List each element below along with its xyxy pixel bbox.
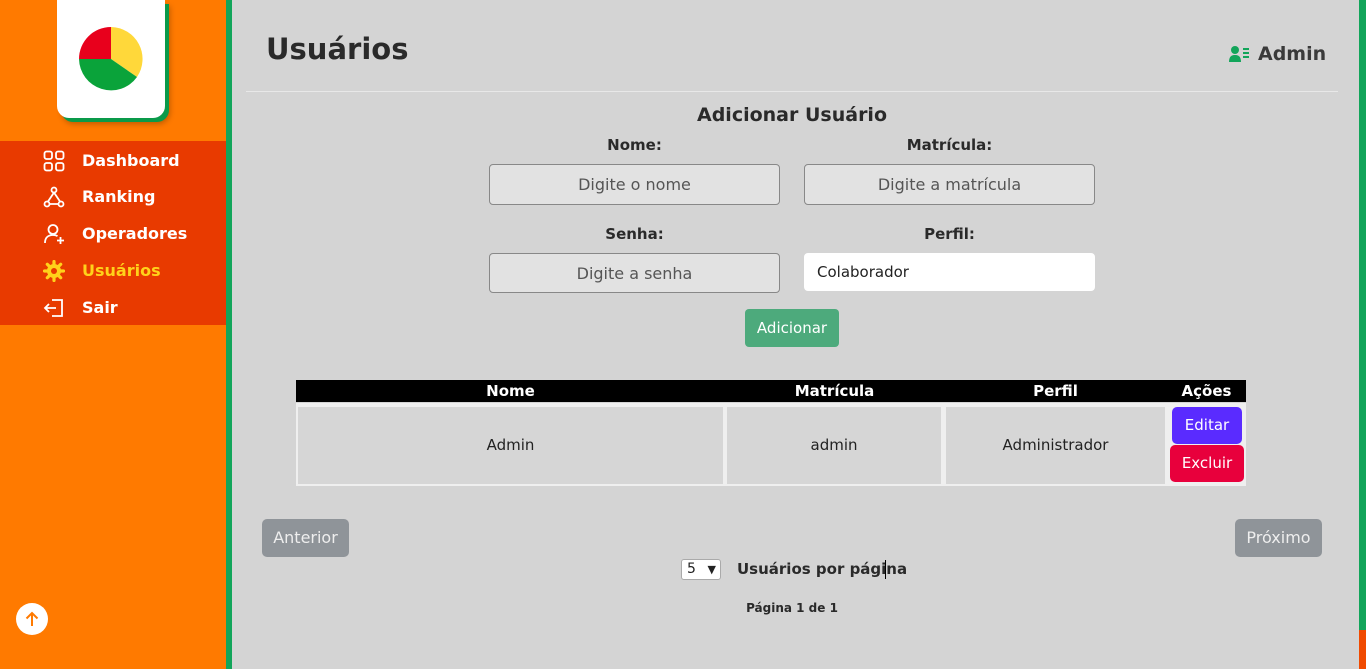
sidebar-item-sair[interactable]: Sair [0, 289, 226, 326]
sidebar-item-label: Operadores [82, 224, 188, 243]
sidebar-item-ranking[interactable]: Ranking [0, 178, 226, 215]
column-header-perfil: Perfil [1033, 382, 1078, 400]
edit-button[interactable]: Editar [1172, 407, 1242, 444]
user-name: Admin [1258, 43, 1327, 65]
sidebar-item-dashboard[interactable]: Dashboard [0, 142, 226, 179]
delete-button[interactable]: Excluir [1170, 445, 1244, 482]
grid-icon [42, 149, 66, 173]
matricula-label: Matrícula: [906, 136, 993, 154]
column-header-acoes: Ações [1181, 382, 1232, 400]
hierarchy-icon [42, 185, 66, 209]
pie-chart-logo-icon [79, 27, 143, 91]
sidebar: Dashboard Ranking Operadores Usuários Sa… [0, 0, 226, 669]
sidebar-border [226, 0, 232, 669]
matricula-input[interactable] [804, 164, 1095, 205]
sidebar-nav: Dashboard Ranking Operadores Usuários Sa… [0, 141, 226, 325]
sidebar-item-operadores[interactable]: Operadores [0, 215, 226, 252]
user-badge[interactable]: Admin [1229, 43, 1326, 65]
right-edge-bar-bottom [1359, 630, 1366, 669]
cell-nome: Admin [298, 407, 723, 484]
right-edge-bar [1359, 0, 1366, 630]
user-plus-icon [42, 222, 66, 246]
page-title: Usuários [266, 32, 409, 66]
sidebar-item-usuarios[interactable]: Usuários [0, 252, 226, 289]
text-cursor [885, 560, 886, 579]
password-label: Senha: [605, 225, 664, 243]
sidebar-item-label: Ranking [82, 187, 156, 206]
sidebar-item-label: Dashboard [82, 151, 180, 170]
cell-matricula: admin [727, 407, 941, 484]
profile-label: Perfil: [924, 225, 975, 243]
user-list-icon [1229, 46, 1249, 62]
header-divider [246, 91, 1338, 92]
cell-perfil: Administrador [946, 407, 1165, 484]
per-page-label: Usuários por página [737, 560, 908, 578]
previous-page-button[interactable]: Anterior [262, 519, 349, 557]
column-header-matricula: Matrícula [794, 382, 875, 400]
table-row: Admin admin Administrador [296, 403, 1246, 486]
next-page-button[interactable]: Próximo [1235, 519, 1322, 557]
logout-icon [42, 296, 66, 320]
password-input[interactable] [489, 253, 780, 293]
sidebar-item-label: Sair [82, 298, 118, 317]
page-info: Página 1 de 1 [746, 601, 838, 615]
sidebar-item-label: Usuários [82, 261, 161, 280]
gear-icon [42, 259, 66, 283]
add-user-button[interactable]: Adicionar [745, 309, 839, 347]
logo [57, 0, 165, 118]
name-input[interactable] [489, 164, 780, 205]
table-header: Nome Matrícula Perfil Ações [296, 380, 1246, 402]
form-title: Adicionar Usuário [697, 104, 887, 126]
per-page-value: 5 [687, 561, 696, 577]
chevron-down-icon: ▼ [707, 563, 716, 576]
profile-select[interactable]: Colaborador [804, 253, 1095, 291]
name-label: Nome: [607, 136, 662, 154]
column-header-nome: Nome [486, 382, 535, 400]
per-page-select[interactable]: 5 ▼ [681, 559, 721, 580]
